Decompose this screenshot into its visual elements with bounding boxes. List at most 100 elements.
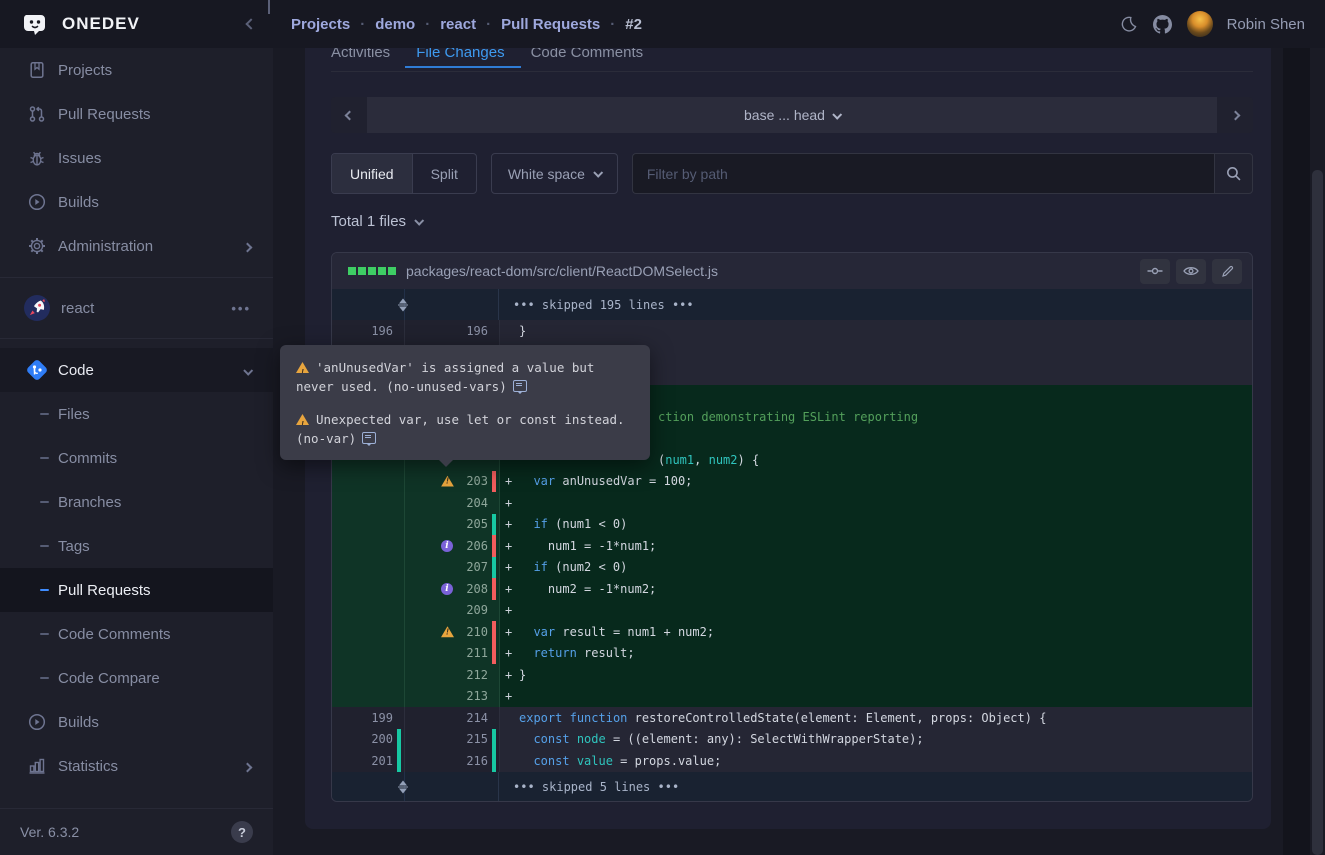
code-segment: const bbox=[533, 732, 569, 746]
tab-code-comments[interactable]: Code Comments bbox=[531, 48, 644, 70]
project-more-button[interactable]: ••• bbox=[231, 301, 251, 316]
project-name: react bbox=[61, 300, 231, 317]
topbar: Projects·demo·react·Pull Requests·#2 Rob… bbox=[273, 0, 1325, 48]
sidebar-subitem-commits[interactable]: Commits bbox=[0, 436, 273, 480]
avatar[interactable] bbox=[1187, 11, 1213, 37]
expander-gutter bbox=[332, 772, 499, 803]
sidebar-subitem-pull-requests[interactable]: Pull Requests bbox=[0, 568, 273, 612]
sidebar-item-label: Code bbox=[58, 362, 244, 379]
search-button[interactable] bbox=[1214, 153, 1253, 194]
code-segment bbox=[570, 732, 577, 746]
whitespace-dropdown[interactable]: White space bbox=[491, 153, 618, 194]
diff-line-row: 209+ bbox=[332, 600, 1252, 622]
diff-line-row: 211+ return result; bbox=[332, 643, 1252, 665]
dark-mode-moon-icon[interactable] bbox=[1119, 14, 1139, 34]
github-icon[interactable] bbox=[1153, 14, 1173, 34]
code-text: export function restoreControlledState(e… bbox=[519, 711, 1046, 725]
lint-problem-message: 'anUnusedVar' is assigned a value but ne… bbox=[296, 358, 634, 396]
code-cell[interactable]: + bbox=[500, 492, 1252, 514]
sidebar-subitem-code-comments[interactable]: Code Comments bbox=[0, 612, 273, 656]
code-segment: } bbox=[519, 668, 526, 682]
new-line-number: 213 bbox=[466, 689, 499, 703]
sidebar-project-react[interactable]: react••• bbox=[0, 287, 273, 329]
code-cell[interactable]: const node = ((element: any): SelectWith… bbox=[500, 729, 1252, 751]
sidebar-subitem-code-compare[interactable]: Code Compare bbox=[0, 656, 273, 700]
code-cell[interactable]: } bbox=[500, 320, 1252, 342]
sidebar-item-administration[interactable]: Administration bbox=[0, 224, 273, 268]
sidebar-item-builds[interactable]: Builds bbox=[0, 180, 273, 224]
new-line-number-cell: 216 bbox=[405, 750, 500, 772]
range-prev-button[interactable] bbox=[331, 97, 367, 133]
pr-icon bbox=[27, 105, 47, 123]
code-cell[interactable]: +} bbox=[500, 664, 1252, 686]
code-cell[interactable]: export function restoreControlledState(e… bbox=[500, 707, 1252, 729]
diff-expander-row[interactable]: ••• skipped 195 lines ••• bbox=[332, 289, 1252, 320]
rocket-icon bbox=[23, 294, 51, 322]
breadcrumb-item[interactable]: Pull Requests bbox=[501, 16, 600, 33]
code-cell[interactable]: + var result = num1 + num2; bbox=[500, 621, 1252, 643]
code-segment: value bbox=[577, 754, 613, 768]
code-segment: var bbox=[533, 625, 555, 639]
sidebar-item-pull-requests[interactable]: Pull Requests bbox=[0, 92, 273, 136]
code-cell[interactable]: + if (num2 < 0) bbox=[500, 557, 1252, 579]
warning-icon[interactable] bbox=[441, 626, 454, 637]
range-selector[interactable]: base ... head bbox=[367, 97, 1217, 133]
page-scrollbar[interactable] bbox=[1310, 48, 1325, 855]
sidebar-item-label: Pull Requests bbox=[58, 106, 273, 123]
code-segment: ) { bbox=[738, 453, 760, 467]
sidebar-item-projects[interactable]: Projects bbox=[0, 48, 273, 92]
sidebar-item-builds[interactable]: Builds bbox=[0, 700, 273, 744]
breadcrumb-item[interactable]: Projects bbox=[291, 16, 350, 33]
sidebar-item-issues[interactable]: Issues bbox=[0, 136, 273, 180]
code-cell[interactable]: const value = props.value; bbox=[500, 750, 1252, 772]
add-comment-icon[interactable] bbox=[513, 380, 527, 392]
coverage-bar-red bbox=[492, 621, 496, 643]
warning-icon[interactable] bbox=[441, 476, 454, 487]
help-button[interactable]: ? bbox=[231, 821, 253, 843]
sidebar-subitem-files[interactable]: Files bbox=[0, 392, 273, 436]
breadcrumb-item[interactable]: react bbox=[440, 16, 476, 33]
tab-activities[interactable]: Activities bbox=[331, 48, 390, 70]
code-segment bbox=[562, 711, 569, 725]
old-line-number-cell: 196 bbox=[332, 320, 405, 342]
file-path: packages/react-dom/src/client/ReactDOMSe… bbox=[406, 263, 1134, 279]
code-cell[interactable]: + if (num1 < 0) bbox=[500, 514, 1252, 536]
code-segment bbox=[519, 625, 533, 639]
unfold-icon[interactable] bbox=[398, 781, 408, 794]
tab-file-changes[interactable]: File Changes bbox=[416, 48, 504, 70]
edit-file-button[interactable] bbox=[1212, 259, 1242, 284]
commit-button[interactable] bbox=[1140, 259, 1170, 284]
sidebar-item-code[interactable]: Code bbox=[0, 348, 273, 392]
code-cell[interactable]: + num2 = -1*num2; bbox=[500, 578, 1252, 600]
info-icon[interactable] bbox=[441, 583, 453, 595]
sidebar-subitem-branches[interactable]: Branches bbox=[0, 480, 273, 524]
unfold-icon[interactable] bbox=[398, 298, 408, 311]
code-cell[interactable]: + bbox=[500, 686, 1252, 708]
code-segment bbox=[570, 754, 577, 768]
diff-expander-row[interactable]: ••• skipped 5 lines ••• bbox=[332, 772, 1252, 803]
code-cell[interactable]: + return result; bbox=[500, 643, 1252, 665]
range-next-button[interactable] bbox=[1217, 97, 1253, 133]
sidebar-item-statistics[interactable]: Statistics bbox=[0, 744, 273, 788]
user-name[interactable]: Robin Shen bbox=[1227, 16, 1305, 33]
unified-button[interactable]: Unified bbox=[332, 154, 412, 193]
split-button[interactable]: Split bbox=[412, 154, 476, 193]
total-files-toggle[interactable]: Total 1 files bbox=[331, 213, 422, 230]
sidebar-subitem-tags[interactable]: Tags bbox=[0, 524, 273, 568]
code-cell[interactable]: + num1 = -1*num1; bbox=[500, 535, 1252, 557]
info-icon[interactable] bbox=[441, 540, 453, 552]
filter-by-path-input[interactable] bbox=[632, 153, 1214, 194]
page-scrollbar-thumb[interactable] bbox=[1312, 170, 1323, 855]
breadcrumb-item[interactable]: demo bbox=[375, 16, 415, 33]
code-diamond-icon bbox=[24, 357, 50, 383]
add-comment-icon[interactable] bbox=[362, 432, 376, 444]
version-label: Ver. 6.3.2 bbox=[20, 824, 79, 840]
code-cell[interactable]: + bbox=[500, 600, 1252, 622]
whitespace-label: White space bbox=[508, 166, 585, 182]
sidebar-subitem-label: Pull Requests bbox=[58, 582, 151, 599]
sidebar-collapse-icon[interactable] bbox=[247, 20, 255, 28]
view-file-button[interactable] bbox=[1176, 259, 1206, 284]
sidebar-subitem-label: Commits bbox=[58, 450, 117, 467]
code-cell[interactable]: + var anUnusedVar = 100; bbox=[500, 471, 1252, 493]
code-segment: num1 = -1*num1; bbox=[519, 539, 656, 553]
